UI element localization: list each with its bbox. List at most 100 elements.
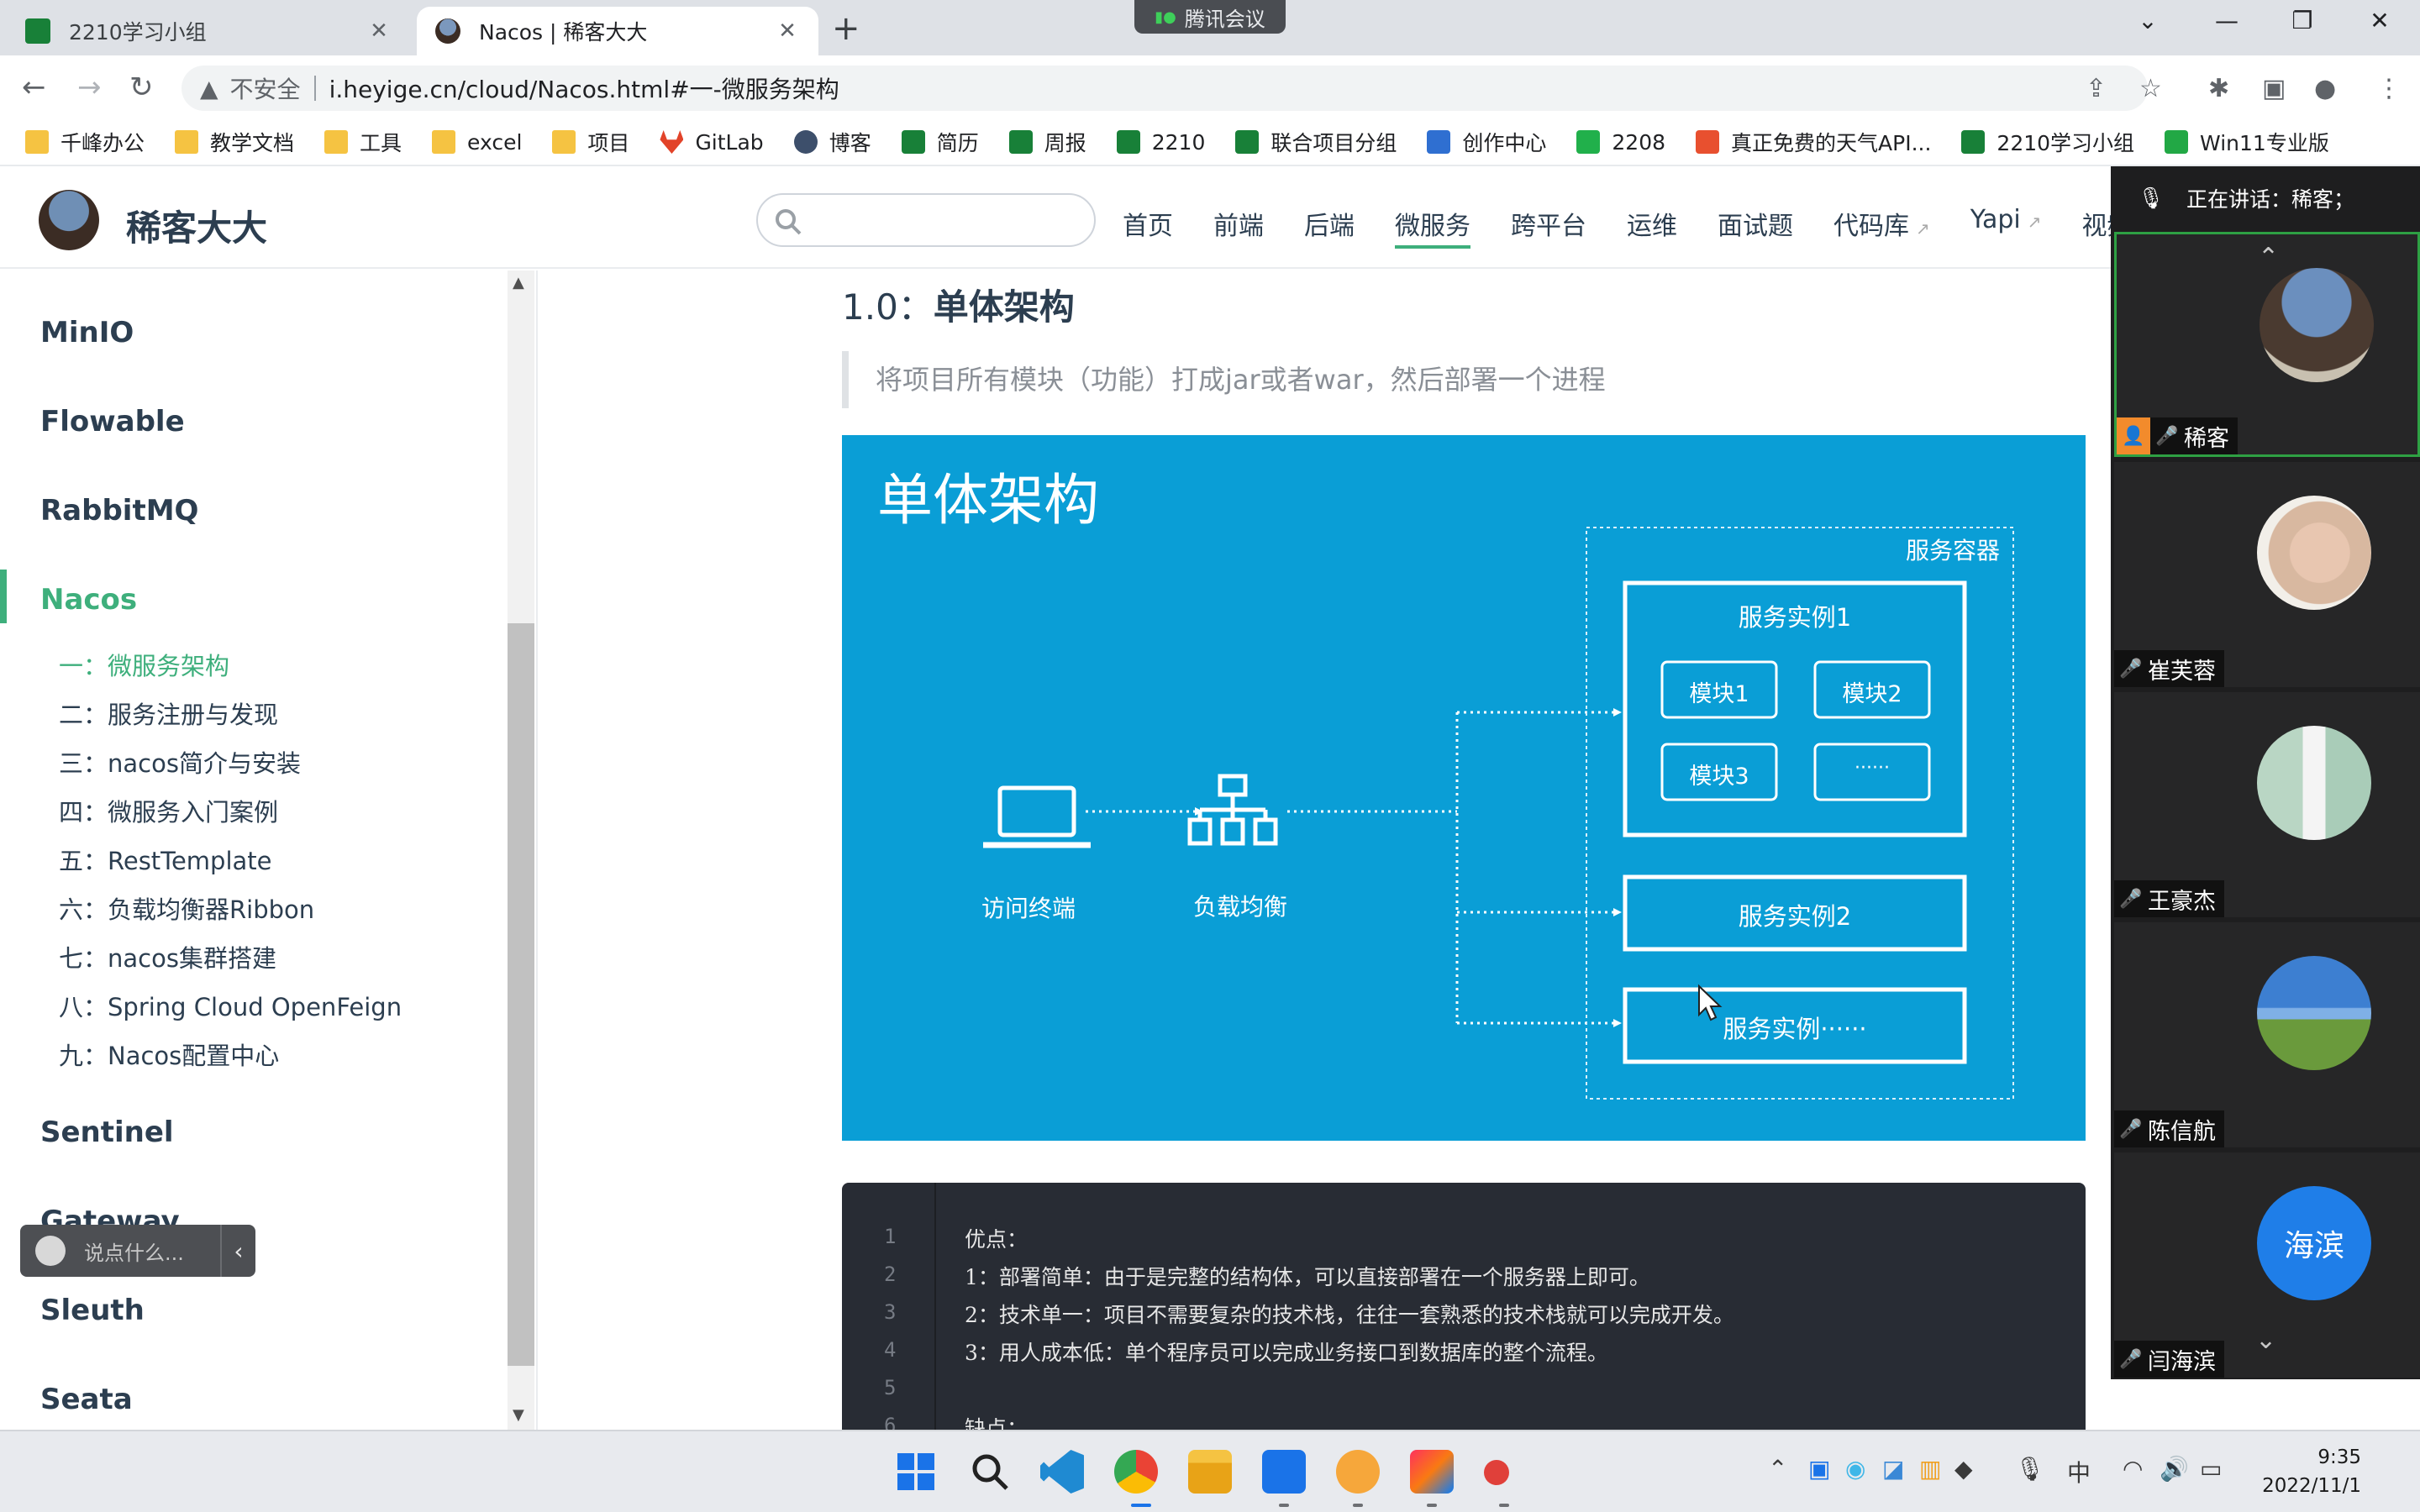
comment-input[interactable]: 说点什么... ‹ bbox=[20, 1225, 255, 1277]
nav-frontend[interactable]: 前端 bbox=[1213, 205, 1264, 249]
scroll-up-icon[interactable]: ▲ bbox=[513, 274, 524, 291]
tray-app-icon[interactable]: ▥ bbox=[1919, 1455, 1941, 1483]
bookmark-item[interactable]: 真正免费的天气API... bbox=[1696, 127, 1931, 157]
briefcase-app-icon[interactable] bbox=[1336, 1450, 1380, 1494]
photos-icon[interactable] bbox=[1262, 1450, 1306, 1494]
new-tab-button[interactable]: + bbox=[832, 8, 860, 49]
nav-yapi[interactable]: Yapi ↗ bbox=[1970, 205, 2042, 249]
bookmark-item[interactable]: 周报 bbox=[1008, 127, 1086, 157]
menu-icon[interactable]: ⋮ bbox=[2376, 74, 2402, 103]
bookmark-item[interactable]: 2210 bbox=[1116, 130, 1205, 155]
participant-tile[interactable]: 海滨 ⌄ 🎤 闫海滨 bbox=[2114, 1152, 2420, 1378]
sidebar-group-sentinel[interactable]: Sentinel bbox=[40, 1116, 174, 1149]
sidebar-item-resttemplate[interactable]: 五：RestTemplate bbox=[59, 842, 272, 877]
chrome-icon[interactable] bbox=[1114, 1450, 1158, 1494]
nav-backend[interactable]: 后端 bbox=[1304, 205, 1355, 249]
bookmark-item[interactable]: 工具 bbox=[324, 127, 402, 157]
participant-tile[interactable]: 🎤 王豪杰 bbox=[2114, 692, 2420, 917]
file-explorer-icon[interactable] bbox=[1188, 1450, 1232, 1494]
bookmark-item[interactable]: 教学文档 bbox=[175, 127, 294, 157]
participant-tile[interactable]: ⌃ 👤 🎤 稀客 bbox=[2114, 232, 2420, 457]
reload-icon[interactable]: ↻ bbox=[129, 71, 154, 104]
battery-icon[interactable]: ▭ bbox=[2200, 1455, 2222, 1483]
close-tab-icon[interactable]: ✕ bbox=[775, 18, 800, 44]
sidebar-item-registry[interactable]: 二：服务注册与发现 bbox=[59, 696, 278, 731]
nav-home[interactable]: 首页 bbox=[1123, 205, 1173, 249]
bookmark-item[interactable]: 项目 bbox=[552, 127, 629, 157]
scroll-down-icon[interactable]: ⌄ bbox=[2255, 1326, 2276, 1355]
share-icon[interactable]: ⇪ bbox=[2086, 74, 2107, 103]
sidebar-group-nacos[interactable]: Nacos bbox=[40, 583, 137, 617]
sidebar-group-minio[interactable]: MinIO bbox=[40, 316, 134, 349]
tray-overflow-icon[interactable]: ⌃ bbox=[1768, 1455, 1787, 1483]
extensions-icon[interactable]: ✱ bbox=[2208, 74, 2229, 103]
ime-indicator[interactable]: 中 bbox=[2067, 1455, 2091, 1488]
wifi-icon[interactable]: ◠ bbox=[2123, 1455, 2143, 1483]
scroll-down-icon[interactable]: ▼ bbox=[513, 1406, 524, 1424]
forward-icon[interactable]: → bbox=[77, 71, 102, 104]
bookmark-item[interactable]: GitLab bbox=[660, 130, 764, 155]
sidebar-item-microservice-arch[interactable]: 一：微服务架构 bbox=[59, 647, 229, 682]
bookmark-item[interactable]: 博客 bbox=[793, 127, 871, 157]
bookmark-item[interactable]: 2210学习小组 bbox=[1961, 127, 2134, 157]
windows-start-icon[interactable] bbox=[894, 1450, 938, 1494]
sidebar-scrollbar-thumb[interactable] bbox=[508, 623, 534, 1366]
bookmark-item[interactable]: Win11专业版 bbox=[2165, 127, 2329, 157]
restore-button[interactable]: ❐ bbox=[2286, 7, 2319, 34]
qq-icon[interactable]: ◆ bbox=[1954, 1455, 1973, 1483]
address-bar[interactable]: ▲ 不安全 i.heyige.cn/cloud/Nacos.html#一-微服务… bbox=[182, 66, 2148, 111]
side-panel-icon[interactable]: ▣ bbox=[2262, 74, 2286, 103]
laptop-icon bbox=[983, 785, 1091, 848]
scroll-up-icon[interactable]: ⌃ bbox=[2258, 243, 2279, 272]
meeting-indicator[interactable]: ▮● 腾讯会议 bbox=[1134, 0, 1286, 34]
bookmark-item[interactable]: 千峰办公 bbox=[25, 127, 145, 157]
nav-ops[interactable]: 运维 bbox=[1627, 205, 1677, 249]
bookmark-item[interactable]: excel bbox=[432, 130, 522, 155]
participant-tile[interactable]: 🎤 崔芙蓉 bbox=[2114, 462, 2420, 687]
tray-app-icon[interactable]: ◉ bbox=[1845, 1455, 1865, 1483]
nav-cross-platform[interactable]: 跨平台 bbox=[1511, 205, 1586, 249]
volume-icon[interactable]: 🔊 bbox=[2160, 1455, 2189, 1483]
sidebar-group-flowable[interactable]: Flowable bbox=[40, 405, 185, 438]
bookmark-item[interactable]: 2208 bbox=[1576, 130, 1665, 155]
bookmark-item[interactable]: 简历 bbox=[901, 127, 979, 157]
tray-app-icon[interactable]: ◪ bbox=[1882, 1455, 1904, 1483]
site-name[interactable]: 稀客大大 bbox=[126, 200, 267, 251]
intellij-icon[interactable] bbox=[1410, 1450, 1454, 1494]
sidebar-item-openfeign[interactable]: 八：Spring Cloud OpenFeign bbox=[59, 988, 402, 1023]
bookmark-item[interactable]: 创作中心 bbox=[1427, 127, 1546, 157]
sidebar-item-config-center[interactable]: 九：Nacos配置中心 bbox=[59, 1037, 279, 1072]
nav-microservices[interactable]: 微服务 bbox=[1395, 205, 1470, 249]
back-icon[interactable]: ← bbox=[22, 71, 46, 104]
profile-icon[interactable]: ● bbox=[2314, 74, 2336, 103]
participant-tile[interactable]: 🎤 陈信航 bbox=[2114, 922, 2420, 1147]
collapse-chevron-icon[interactable]: ‹ bbox=[222, 1237, 255, 1265]
emoji-icon[interactable] bbox=[35, 1236, 66, 1266]
bookmark-item[interactable]: 联合项目分组 bbox=[1235, 127, 1397, 157]
tab-search-icon[interactable]: ⌄ bbox=[2131, 7, 2165, 34]
browser-tab-study-group[interactable]: 2210学习小组 ✕ bbox=[7, 7, 410, 55]
close-window-button[interactable]: ✕ bbox=[2363, 7, 2396, 34]
sidebar-group-rabbitmq[interactable]: RabbitMQ bbox=[40, 494, 198, 528]
close-tab-icon[interactable]: ✕ bbox=[366, 18, 392, 44]
sidebar-item-nacos-intro[interactable]: 三：nacos简介与安装 bbox=[59, 744, 301, 780]
minimize-button[interactable]: — bbox=[2210, 7, 2244, 34]
sidebar-group-seata[interactable]: Seata bbox=[40, 1383, 133, 1416]
sidebar-item-getting-started[interactable]: 四：微服务入门案例 bbox=[59, 793, 278, 828]
vscode-icon[interactable] bbox=[1040, 1450, 1084, 1494]
tray-app-icon[interactable]: ▣ bbox=[1808, 1455, 1830, 1483]
browser-tab-nacos[interactable]: Nacos | 稀客大大 ✕ bbox=[417, 7, 818, 55]
search-icon[interactable] bbox=[968, 1450, 1012, 1494]
site-logo[interactable] bbox=[39, 190, 99, 250]
external-link-icon: ↗ bbox=[1916, 218, 1930, 239]
recorder-icon[interactable] bbox=[1484, 1460, 1509, 1485]
system-clock[interactable]: 9:35 2022/11/1 bbox=[2252, 1443, 2361, 1500]
search-input[interactable] bbox=[756, 193, 1096, 247]
nav-interview[interactable]: 面试题 bbox=[1718, 205, 1793, 249]
microphone-icon[interactable]: 🎙 bbox=[2015, 1455, 2045, 1483]
sidebar-group-sleuth[interactable]: Sleuth bbox=[40, 1294, 145, 1327]
bookmark-star-icon[interactable]: ☆ bbox=[2139, 74, 2162, 103]
sidebar-item-cluster[interactable]: 七：nacos集群搭建 bbox=[59, 939, 276, 974]
nav-code-repo[interactable]: 代码库 ↗ bbox=[1833, 205, 1930, 249]
sidebar-item-ribbon[interactable]: 六：负载均衡器Ribbon bbox=[59, 890, 314, 926]
